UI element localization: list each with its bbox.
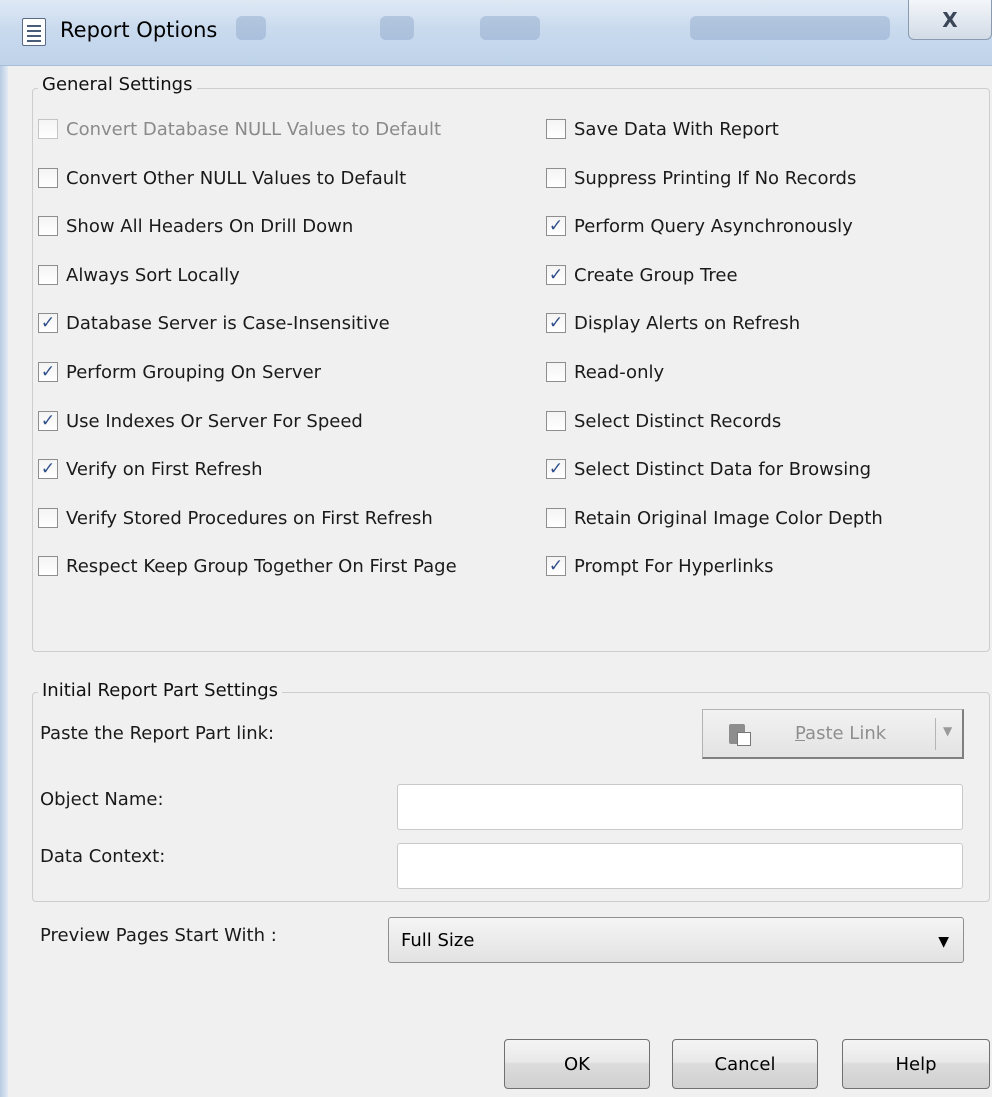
ok-label: OK: [564, 1053, 590, 1075]
checkbox-box[interactable]: [546, 168, 566, 188]
checkbox-label: Convert Database NULL Values to Default: [66, 118, 442, 140]
checkbox-box: [38, 119, 58, 139]
checkbox-perform-grouping-on-server[interactable]: ✓ Perform Grouping On Server: [38, 359, 321, 385]
checkbox-box[interactable]: [38, 508, 58, 528]
checkbox-label: Convert Other NULL Values to Default: [66, 167, 407, 189]
checkbox-select-distinct-data-for-browsing[interactable]: ✓ Select Distinct Data for Browsing: [546, 456, 871, 482]
data-context-label: Data Context:: [40, 846, 166, 867]
help-button[interactable]: Help: [842, 1039, 990, 1089]
checkbox-use-indexes-or-server-for-speed[interactable]: ✓ Use Indexes Or Server For Speed: [38, 408, 363, 434]
checkbox-label: Perform Query Asynchronously: [574, 215, 853, 237]
window-border: [0, 66, 8, 1097]
object-name-input[interactable]: [397, 784, 963, 830]
checkbox-prompt-for-hyperlinks[interactable]: ✓ Prompt For Hyperlinks: [546, 553, 773, 579]
checkbox-create-group-tree[interactable]: ✓ Create Group Tree: [546, 262, 738, 288]
checkbox-box[interactable]: [546, 411, 566, 431]
checkbox-label: Display Alerts on Refresh: [574, 312, 801, 334]
checkbox-display-alerts-on-refresh[interactable]: ✓ Display Alerts on Refresh: [546, 310, 800, 336]
close-icon: X: [942, 7, 958, 32]
checkmark-icon[interactable]: ✓: [546, 313, 566, 333]
checkbox-verify-stored-procedures-on-first-refresh[interactable]: Verify Stored Procedures on First Refres…: [38, 505, 433, 531]
cancel-button[interactable]: Cancel: [672, 1039, 818, 1089]
checkbox-box[interactable]: [38, 556, 58, 576]
checkmark-icon[interactable]: ✓: [38, 362, 58, 382]
split-separator: [935, 718, 936, 750]
checkmark-icon[interactable]: ✓: [546, 265, 566, 285]
data-context-input[interactable]: [397, 843, 963, 889]
checkbox-select-distinct-records[interactable]: Select Distinct Records: [546, 408, 781, 434]
checkbox-box[interactable]: [546, 362, 566, 382]
checkmark-icon[interactable]: ✓: [38, 313, 58, 333]
checkbox-verify-on-first-refresh[interactable]: ✓ Verify on First Refresh: [38, 456, 263, 482]
help-label: Help: [895, 1053, 937, 1075]
checkbox-label: Select Distinct Records: [574, 410, 782, 432]
background-blur: [690, 16, 890, 40]
checkbox-label: Read-only: [574, 361, 665, 383]
checkbox-convert-other-null-values-to-default[interactable]: Convert Other NULL Values to Default: [38, 165, 406, 191]
checkbox-box[interactable]: [38, 265, 58, 285]
object-name-label: Object Name:: [40, 789, 164, 810]
checkmark-icon[interactable]: ✓: [38, 411, 58, 431]
checkbox-label: Retain Original Image Color Depth: [574, 507, 883, 529]
checkbox-label: Respect Keep Group Together On First Pag…: [66, 555, 457, 577]
checkbox-box[interactable]: [38, 216, 58, 236]
checkbox-label: Show All Headers On Drill Down: [66, 215, 354, 237]
checkbox-database-server-is-case-insensitive[interactable]: ✓ Database Server is Case-Insensitive: [38, 310, 390, 336]
preview-pages-select[interactable]: Full Size ▼: [388, 917, 964, 963]
checkbox-box[interactable]: [546, 119, 566, 139]
checkbox-perform-query-asynchronously[interactable]: ✓ Perform Query Asynchronously: [546, 213, 853, 239]
background-blur: [380, 16, 414, 40]
title-bar: Report Options X: [0, 0, 992, 66]
preview-pages-value: Full Size: [401, 929, 475, 951]
paste-report-part-label: Paste the Report Part link:: [40, 723, 275, 744]
checkbox-label: Always Sort Locally: [66, 264, 240, 286]
clipboard-paste-icon: [729, 722, 751, 746]
paste-link-button[interactable]: Paste Link ▼: [702, 709, 964, 759]
checkbox-label: Select Distinct Data for Browsing: [574, 458, 872, 480]
checkbox-convert-database-null-values-to-default: Convert Database NULL Values to Default: [38, 116, 441, 142]
chevron-down-icon: ▼: [938, 934, 949, 950]
checkmark-icon[interactable]: ✓: [546, 556, 566, 576]
paste-link-label: Paste Link: [795, 723, 887, 744]
checkbox-box[interactable]: [546, 508, 566, 528]
checkbox-label: Perform Grouping On Server: [66, 361, 322, 383]
checkbox-label: Database Server is Case-Insensitive: [66, 312, 390, 334]
background-blur: [480, 16, 540, 40]
checkmark-icon[interactable]: ✓: [546, 216, 566, 236]
checkbox-retain-original-image-color-depth[interactable]: Retain Original Image Color Depth: [546, 505, 883, 531]
checkbox-always-sort-locally[interactable]: Always Sort Locally: [38, 262, 240, 288]
checkbox-respect-keep-group-together-on-first-page[interactable]: Respect Keep Group Together On First Pag…: [38, 553, 457, 579]
checkmark-icon[interactable]: ✓: [38, 459, 58, 479]
checkbox-read-only[interactable]: Read-only: [546, 359, 664, 385]
general-settings-label: General Settings: [38, 74, 197, 95]
checkbox-label: Use Indexes Or Server For Speed: [66, 410, 363, 432]
background-blur: [236, 16, 266, 40]
initial-report-part-label: Initial Report Part Settings: [38, 680, 283, 701]
checkbox-save-data-with-report[interactable]: Save Data With Report: [546, 116, 779, 142]
checkbox-label: Verify on First Refresh: [66, 458, 263, 480]
cancel-label: Cancel: [714, 1053, 776, 1075]
checkmark-icon[interactable]: ✓: [546, 459, 566, 479]
checkbox-label: Prompt For Hyperlinks: [574, 555, 774, 577]
checkbox-label: Save Data With Report: [574, 118, 779, 140]
ok-button[interactable]: OK: [504, 1039, 650, 1089]
checkbox-suppress-printing-if-no-records[interactable]: Suppress Printing If No Records: [546, 165, 856, 191]
checkbox-label: Suppress Printing If No Records: [574, 167, 857, 189]
close-button[interactable]: X: [908, 0, 992, 40]
preview-pages-label: Preview Pages Start With :: [40, 925, 277, 946]
window-title: Report Options: [60, 18, 218, 42]
checkbox-show-all-headers-on-drill-down[interactable]: Show All Headers On Drill Down: [38, 213, 353, 239]
chevron-down-icon[interactable]: ▼: [943, 724, 952, 738]
checkbox-label: Create Group Tree: [574, 264, 738, 286]
report-options-icon: [22, 18, 46, 46]
checkbox-box[interactable]: [38, 168, 58, 188]
checkbox-label: Verify Stored Procedures on First Refres…: [66, 507, 433, 529]
